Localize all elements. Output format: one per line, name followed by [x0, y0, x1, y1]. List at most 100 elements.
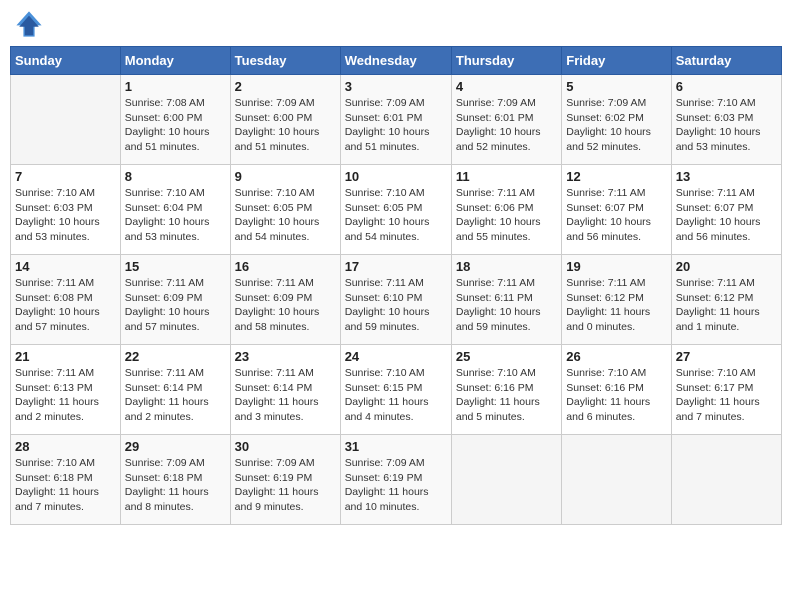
calendar-table: SundayMondayTuesdayWednesdayThursdayFrid… — [10, 46, 782, 525]
weekday-header-sunday: Sunday — [11, 47, 121, 75]
calendar-cell: 17Sunrise: 7:11 AMSunset: 6:10 PMDayligh… — [340, 255, 451, 345]
calendar-cell: 24Sunrise: 7:10 AMSunset: 6:15 PMDayligh… — [340, 345, 451, 435]
day-number: 10 — [345, 169, 447, 184]
calendar-cell: 16 Sunrise: 7:11 AMSunset: 6:09 PMDayligh… — [230, 255, 340, 345]
day-info: Sunrise: 7:09 AMSunset: 6:01 PMDaylight:… — [456, 96, 557, 155]
calendar-cell: 4 Sunrise: 7:09 AMSunset: 6:01 PMDaylight… — [451, 75, 561, 165]
day-number: 24 — [345, 349, 447, 364]
day-info: Sunrise: 7:11 AMSunset: 6:14 PMDaylight:… — [235, 366, 336, 425]
day-info: Sunrise: 7:09 AMSunset: 6:01 PMDaylight:… — [345, 96, 447, 155]
day-info: Sunrise: 7:09 AMSunset: 6:02 PMDaylight:… — [566, 96, 666, 155]
calendar-week-row: 14 Sunrise: 7:11 AMSunset: 6:08 PMDayligh… — [11, 255, 782, 345]
day-number: 25 — [456, 349, 557, 364]
day-info: Sunrise: 7:11 AMSunset: 6:12 PMDaylight:… — [566, 276, 666, 335]
day-number: 11 — [456, 169, 557, 184]
calendar-cell: 6 Sunrise: 7:10 AMSunset: 6:03 PMDaylight… — [671, 75, 781, 165]
logo — [15, 10, 47, 38]
day-number: 18 — [456, 259, 557, 274]
day-info: Sunrise: 7:10 AMSunset: 6:16 PMDaylight:… — [566, 366, 666, 425]
day-number: 23 — [235, 349, 336, 364]
calendar-cell: 31Sunrise: 7:09 AMSunset: 6:19 PMDayligh… — [340, 435, 451, 525]
day-number: 26 — [566, 349, 666, 364]
calendar-cell — [11, 75, 121, 165]
calendar-week-row: 28 Sunrise: 7:10 AMSunset: 6:18 PMDayligh… — [11, 435, 782, 525]
calendar-cell: 15 Sunrise: 7:11 AMSunset: 6:09 PMDayligh… — [120, 255, 230, 345]
weekday-header-friday: Friday — [562, 47, 671, 75]
day-info: Sunrise: 7:10 AMSunset: 6:05 PMDaylight:… — [235, 186, 336, 245]
day-number: 6 — [676, 79, 777, 94]
day-info: Sunrise: 7:11 AMSunset: 6:09 PMDaylight:… — [235, 276, 336, 335]
day-number: 17 — [345, 259, 447, 274]
calendar-header-row: SundayMondayTuesdayWednesdayThursdayFrid… — [11, 47, 782, 75]
day-info: Sunrise: 7:09 AMSunset: 6:19 PMDaylight:… — [345, 456, 447, 515]
calendar-cell: 30 Sunrise: 7:09 AMSunset: 6:19 PMDayligh… — [230, 435, 340, 525]
day-number: 2 — [235, 79, 336, 94]
weekday-header-thursday: Thursday — [451, 47, 561, 75]
calendar-cell: 26 Sunrise: 7:10 AMSunset: 6:16 PMDayligh… — [562, 345, 671, 435]
calendar-cell: 28 Sunrise: 7:10 AMSunset: 6:18 PMDayligh… — [11, 435, 121, 525]
day-number: 19 — [566, 259, 666, 274]
weekday-header-tuesday: Tuesday — [230, 47, 340, 75]
calendar-week-row: 7Sunrise: 7:10 AMSunset: 6:03 PMDaylight… — [11, 165, 782, 255]
day-info: Sunrise: 7:10 AMSunset: 6:05 PMDaylight:… — [345, 186, 447, 245]
day-info: Sunrise: 7:11 AMSunset: 6:12 PMDaylight:… — [676, 276, 777, 335]
day-number: 16 — [235, 259, 336, 274]
day-info: Sunrise: 7:11 AMSunset: 6:07 PMDaylight:… — [566, 186, 666, 245]
calendar-cell: 9Sunrise: 7:10 AMSunset: 6:05 PMDaylight… — [230, 165, 340, 255]
calendar-cell: 2 Sunrise: 7:09 AMSunset: 6:00 PMDaylight… — [230, 75, 340, 165]
calendar-cell — [451, 435, 561, 525]
day-number: 3 — [345, 79, 447, 94]
calendar-cell: 8Sunrise: 7:10 AMSunset: 6:04 PMDaylight… — [120, 165, 230, 255]
calendar-cell: 29 Sunrise: 7:09 AMSunset: 6:18 PMDayligh… — [120, 435, 230, 525]
calendar-cell: 14 Sunrise: 7:11 AMSunset: 6:08 PMDayligh… — [11, 255, 121, 345]
calendar-cell: 11 Sunrise: 7:11 AMSunset: 6:06 PMDayligh… — [451, 165, 561, 255]
day-info: Sunrise: 7:11 AMSunset: 6:09 PMDaylight:… — [125, 276, 226, 335]
page-header — [10, 10, 782, 38]
calendar-cell: 1 Sunrise: 7:08 AMSunset: 6:00 PMDaylight… — [120, 75, 230, 165]
day-info: Sunrise: 7:11 AMSunset: 6:07 PMDaylight:… — [676, 186, 777, 245]
calendar-cell: 23 Sunrise: 7:11 AMSunset: 6:14 PMDayligh… — [230, 345, 340, 435]
day-info: Sunrise: 7:10 AMSunset: 6:16 PMDaylight:… — [456, 366, 557, 425]
day-number: 5 — [566, 79, 666, 94]
day-number: 13 — [676, 169, 777, 184]
calendar-cell: 12 Sunrise: 7:11 AMSunset: 6:07 PMDayligh… — [562, 165, 671, 255]
day-info: Sunrise: 7:09 AMSunset: 6:19 PMDaylight:… — [235, 456, 336, 515]
day-info: Sunrise: 7:11 AMSunset: 6:13 PMDaylight:… — [15, 366, 116, 425]
calendar-cell — [671, 435, 781, 525]
calendar-cell: 21Sunrise: 7:11 AMSunset: 6:13 PMDayligh… — [11, 345, 121, 435]
day-info: Sunrise: 7:09 AMSunset: 6:18 PMDaylight:… — [125, 456, 226, 515]
day-number: 28 — [15, 439, 116, 454]
day-info: Sunrise: 7:10 AMSunset: 6:03 PMDaylight:… — [676, 96, 777, 155]
day-info: Sunrise: 7:11 AMSunset: 6:06 PMDaylight:… — [456, 186, 557, 245]
calendar-cell: 13 Sunrise: 7:11 AMSunset: 6:07 PMDayligh… — [671, 165, 781, 255]
day-info: Sunrise: 7:08 AMSunset: 6:00 PMDaylight:… — [125, 96, 226, 155]
calendar-cell: 18 Sunrise: 7:11 AMSunset: 6:11 PMDayligh… — [451, 255, 561, 345]
day-info: Sunrise: 7:11 AMSunset: 6:14 PMDaylight:… — [125, 366, 226, 425]
calendar-week-row: 1 Sunrise: 7:08 AMSunset: 6:00 PMDaylight… — [11, 75, 782, 165]
day-number: 7 — [15, 169, 116, 184]
day-number: 4 — [456, 79, 557, 94]
day-info: Sunrise: 7:11 AMSunset: 6:11 PMDaylight:… — [456, 276, 557, 335]
day-number: 29 — [125, 439, 226, 454]
calendar-cell: 19 Sunrise: 7:11 AMSunset: 6:12 PMDayligh… — [562, 255, 671, 345]
calendar-cell: 25 Sunrise: 7:10 AMSunset: 6:16 PMDayligh… — [451, 345, 561, 435]
day-info: Sunrise: 7:11 AMSunset: 6:08 PMDaylight:… — [15, 276, 116, 335]
day-number: 27 — [676, 349, 777, 364]
day-number: 22 — [125, 349, 226, 364]
day-info: Sunrise: 7:10 AMSunset: 6:18 PMDaylight:… — [15, 456, 116, 515]
day-number: 20 — [676, 259, 777, 274]
day-number: 1 — [125, 79, 226, 94]
day-info: Sunrise: 7:10 AMSunset: 6:17 PMDaylight:… — [676, 366, 777, 425]
calendar-cell — [562, 435, 671, 525]
calendar-cell: 10 Sunrise: 7:10 AMSunset: 6:05 PMDayligh… — [340, 165, 451, 255]
day-info: Sunrise: 7:09 AMSunset: 6:00 PMDaylight:… — [235, 96, 336, 155]
weekday-header-monday: Monday — [120, 47, 230, 75]
calendar-cell: 7Sunrise: 7:10 AMSunset: 6:03 PMDaylight… — [11, 165, 121, 255]
weekday-header-wednesday: Wednesday — [340, 47, 451, 75]
day-number: 30 — [235, 439, 336, 454]
day-number: 14 — [15, 259, 116, 274]
calendar-cell: 20 Sunrise: 7:11 AMSunset: 6:12 PMDayligh… — [671, 255, 781, 345]
day-number: 12 — [566, 169, 666, 184]
day-number: 15 — [125, 259, 226, 274]
calendar-cell: 3 Sunrise: 7:09 AMSunset: 6:01 PMDaylight… — [340, 75, 451, 165]
